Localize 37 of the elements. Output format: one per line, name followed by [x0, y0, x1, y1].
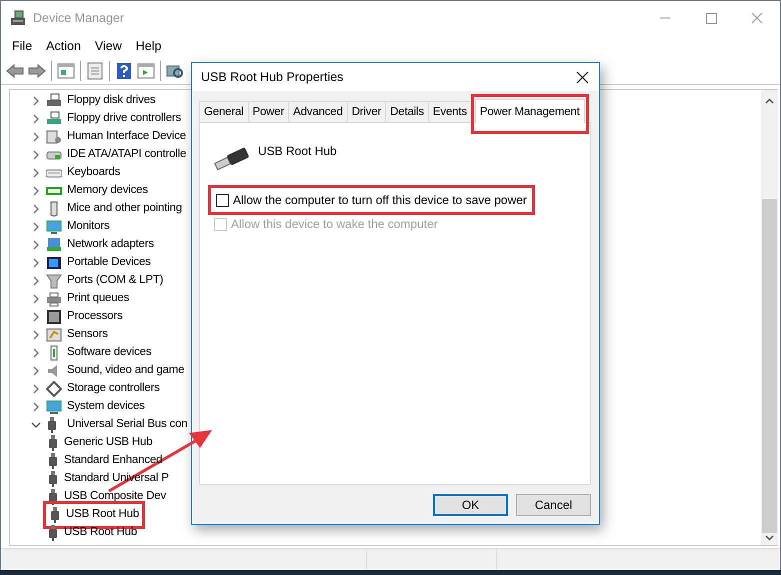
- tree-item[interactable]: Ports (COM & LPT): [67, 272, 164, 290]
- tree-item[interactable]: Keyboards: [67, 164, 120, 182]
- tree-item[interactable]: USB Root Hub: [64, 524, 138, 542]
- tab[interactable]: General: [199, 101, 249, 122]
- tab[interactable]: Power Management: [474, 99, 585, 123]
- tree-item[interactable]: IDE ATA/ATAPI controlle: [67, 146, 186, 164]
- tree-item[interactable]: Generic USB Hub: [64, 434, 152, 452]
- tree-item[interactable]: Software devices: [67, 344, 152, 362]
- tree-item[interactable]: System devices: [67, 398, 145, 416]
- tree-item[interactable]: Floppy drive controllers: [67, 110, 182, 128]
- menu-item[interactable]: Action: [39, 34, 88, 58]
- menu-item[interactable]: Help: [128, 34, 168, 58]
- option-label: Allow this device to wake the computer: [231, 216, 438, 233]
- tree-item[interactable]: Standard Enhanced: [64, 452, 162, 470]
- window-title: Device Manager: [33, 10, 124, 27]
- tree-item[interactable]: Print queues: [67, 290, 130, 308]
- tree-item[interactable]: Network adapters: [67, 236, 154, 254]
- tree-item[interactable]: USB Composite Dev: [64, 488, 166, 506]
- menu-item[interactable]: File: [5, 34, 40, 58]
- tree-item[interactable]: Sensors: [67, 326, 108, 344]
- tree-item[interactable]: Universal Serial Bus con: [67, 416, 188, 434]
- tree-item[interactable]: Monitors: [67, 218, 110, 236]
- tree-item[interactable]: Memory devices: [67, 182, 148, 200]
- tree-item[interactable]: Human Interface Device: [67, 128, 186, 146]
- tree-item[interactable]: Floppy disk drives: [67, 92, 156, 110]
- device-name: USB Root Hub: [258, 143, 337, 160]
- tree-item[interactable]: Portable Devices: [67, 254, 151, 272]
- tree-item[interactable]: Mice and other pointing: [67, 200, 182, 218]
- dialog-title: USB Root Hub Properties: [201, 68, 344, 86]
- tree-item[interactable]: Processors: [67, 308, 123, 326]
- menu-item[interactable]: View: [88, 34, 129, 58]
- tree-item[interactable]: USB Root Hub: [66, 506, 140, 524]
- dialog-button[interactable]: OK: [433, 494, 508, 516]
- dialog-button[interactable]: Cancel: [516, 494, 591, 516]
- tree-item[interactable]: Storage controllers: [67, 380, 160, 398]
- tree-item[interactable]: Sound, video and game: [67, 362, 184, 380]
- option-label: Allow the computer to turn off this device to save power: [233, 192, 527, 209]
